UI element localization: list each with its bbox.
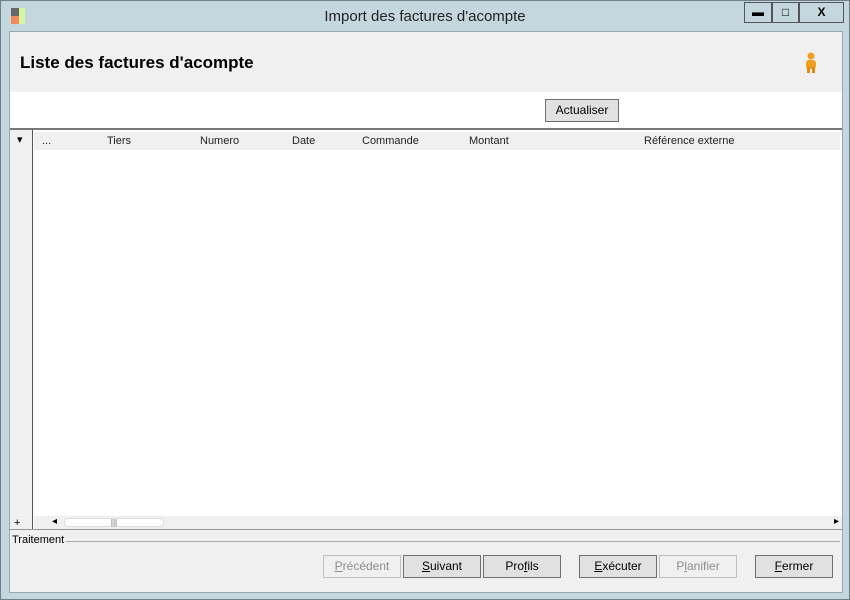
close-button[interactable]: X <box>799 2 844 23</box>
column-header-selector[interactable]: ... <box>42 135 51 147</box>
profiles-button[interactable]: Profils <box>483 555 561 578</box>
maximize-button[interactable]: □ <box>772 2 799 23</box>
column-header-commande[interactable]: Commande <box>362 135 419 147</box>
window-title: Import des factures d'acompte <box>324 8 526 25</box>
page-title: Liste des factures d'acompte <box>20 53 254 72</box>
column-header-reference-externe[interactable]: Référence externe <box>644 135 735 147</box>
scroll-right-arrow[interactable]: ▸ <box>834 516 839 527</box>
column-header-numero[interactable]: Numero <box>200 135 239 147</box>
execute-button[interactable]: Exécuter <box>579 555 657 578</box>
scroll-thumb[interactable]: ||| <box>64 518 164 527</box>
invoice-grid[interactable]: ▾ ... Tiers Numero Date Commande Montant… <box>10 128 842 530</box>
row-header-column: ▾ <box>10 130 33 529</box>
close-dialog-button[interactable]: Fermer <box>755 555 833 578</box>
user-icon <box>806 52 816 73</box>
scroll-left-arrow[interactable]: ◂ <box>52 516 57 527</box>
minimize-button[interactable]: ▬ <box>744 2 772 23</box>
horizontal-scrollbar[interactable]: ◂ ||| ▸ <box>34 516 842 529</box>
column-header-date[interactable]: Date <box>292 135 315 147</box>
toolbar: Actualiser <box>10 92 842 128</box>
schedule-button[interactable]: Planifier <box>659 555 737 578</box>
column-header-montant[interactable]: Montant <box>469 135 509 147</box>
previous-button[interactable]: Précédent <box>323 555 401 578</box>
section-divider <box>66 541 840 542</box>
window: Import des factures d'acompte ▬ □ X List… <box>0 0 850 600</box>
refresh-button[interactable]: Actualiser <box>545 99 619 122</box>
next-button[interactable]: Suivant <box>403 555 481 578</box>
page-header: Liste des factures d'acompte <box>10 32 842 92</box>
column-header-tiers[interactable]: Tiers <box>107 135 131 147</box>
column-header-row: ... Tiers Numero Date Commande Montant R… <box>34 132 840 150</box>
content-area: Liste des factures d'acompte Actualiser … <box>9 31 843 593</box>
add-row-button[interactable]: + <box>14 517 20 529</box>
column-menu-icon[interactable]: ▾ <box>17 133 23 146</box>
section-label-traitement: Traitement <box>12 534 65 546</box>
